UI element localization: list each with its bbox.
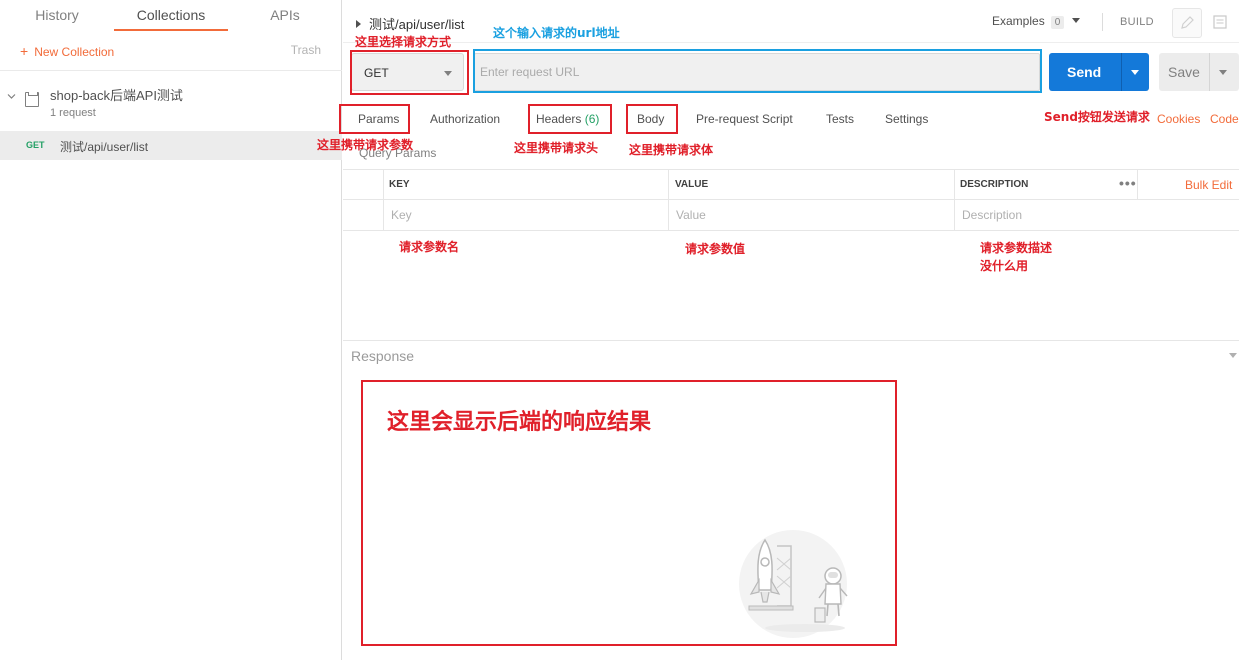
annotation-url: 这个输入请求的url地址	[493, 26, 620, 40]
divider	[343, 42, 1239, 43]
request-title-text: 测试/api/user/list	[369, 17, 465, 32]
annotation-box-params	[339, 104, 410, 134]
tab-history[interactable]: History	[10, 0, 104, 31]
divider	[383, 169, 384, 231]
send-label: Send	[1067, 64, 1102, 80]
value-input[interactable]: Value	[676, 208, 706, 222]
annotation-headers: 这里携带请求头	[514, 141, 599, 155]
edit-button[interactable]	[1172, 8, 1202, 38]
method-badge: GET	[26, 140, 45, 150]
divider	[668, 169, 669, 231]
more-options-icon[interactable]: •••	[1119, 175, 1137, 191]
collection-request-count: 1 request	[50, 107, 96, 119]
plus-icon: +	[20, 43, 29, 59]
examples-count: 0	[1050, 16, 1065, 29]
column-header-key: KEY	[389, 179, 410, 190]
divider	[1209, 53, 1210, 91]
chevron-down-icon	[1072, 18, 1081, 23]
divider	[343, 340, 1239, 341]
annotation-box-headers	[528, 104, 612, 134]
divider	[1137, 169, 1138, 199]
send-button[interactable]: Send	[1049, 53, 1149, 91]
folder-icon	[25, 92, 39, 107]
bulk-edit-link[interactable]: Bulk Edit	[1185, 178, 1232, 192]
tab-pre-request-script[interactable]: Pre-request Script	[696, 112, 793, 126]
sidebar: History Collections APIs + New Collection…	[0, 0, 342, 660]
annotation-params: 这里携带请求参数	[317, 138, 414, 152]
divider	[343, 230, 1239, 231]
cookies-link[interactable]: Cookies	[1157, 112, 1200, 126]
collection-item[interactable]: shop-back后端API测试 1 request	[0, 80, 342, 126]
column-header-description: DESCRIPTION	[960, 179, 1029, 190]
sidebar-tabs: History Collections APIs	[0, 0, 342, 32]
annotation-body: 这里携带请求体	[629, 143, 714, 157]
divider	[343, 169, 1239, 170]
tab-authorization[interactable]: Authorization	[430, 112, 500, 126]
collection-name: shop-back后端API测试	[50, 88, 183, 103]
annotation-send: Send按钮发送请求	[1044, 110, 1150, 124]
key-input[interactable]: Key	[391, 208, 412, 222]
chevron-down-icon[interactable]	[1229, 353, 1237, 358]
examples-dropdown[interactable]: Examples 0	[992, 14, 1081, 29]
divider	[343, 199, 1239, 200]
annotation-key: 请求参数名	[399, 240, 460, 254]
caret-right-icon	[356, 20, 361, 28]
params-table: KEY VALUE DESCRIPTION ••• Bulk Edit Key …	[343, 169, 1239, 231]
column-header-value: VALUE	[675, 179, 709, 190]
annotation-box-url	[473, 49, 1042, 93]
tab-apis[interactable]: APIs	[238, 0, 332, 31]
new-collection-button[interactable]: + New Collection	[20, 43, 114, 59]
tab-collections[interactable]: Collections	[114, 0, 228, 31]
annotation-value: 请求参数值	[685, 242, 746, 256]
annotation-box-body	[626, 104, 678, 134]
examples-label: Examples	[992, 14, 1045, 28]
request-name: 测试/api/user/list	[60, 140, 149, 154]
annotation-response: 这里会显示后端的响应结果	[387, 410, 652, 435]
trash-link[interactable]: Trash	[291, 43, 321, 57]
save-button[interactable]: Save	[1159, 53, 1239, 91]
annotation-description-2: 没什么用	[980, 259, 1029, 273]
annotation-method: 这里选择请求方式	[355, 35, 452, 49]
tab-tests[interactable]: Tests	[826, 112, 854, 126]
new-collection-label: New Collection	[34, 45, 115, 59]
request-title[interactable]: 测试/api/user/list	[356, 14, 464, 33]
document-icon	[1213, 15, 1227, 29]
divider	[0, 70, 342, 71]
annotation-box-method	[350, 50, 469, 95]
description-input[interactable]: Description	[962, 208, 1022, 222]
sidebar-request-item[interactable]: GET 测试/api/user/list	[0, 131, 342, 160]
divider	[1102, 13, 1103, 31]
code-link[interactable]: Code	[1210, 112, 1239, 126]
pencil-icon	[1181, 16, 1194, 29]
build-mode-label[interactable]: BUILD	[1120, 16, 1154, 28]
save-label: Save	[1168, 64, 1200, 80]
response-heading[interactable]: Response	[351, 348, 414, 364]
chevron-down-icon[interactable]	[7, 92, 16, 101]
tab-settings[interactable]: Settings	[885, 112, 928, 126]
documentation-button[interactable]	[1206, 8, 1236, 38]
divider	[1121, 53, 1122, 91]
annotation-description-1: 请求参数描述	[980, 241, 1053, 255]
divider	[954, 169, 955, 231]
chevron-down-icon[interactable]	[1219, 70, 1227, 75]
chevron-down-icon[interactable]	[1131, 70, 1139, 75]
